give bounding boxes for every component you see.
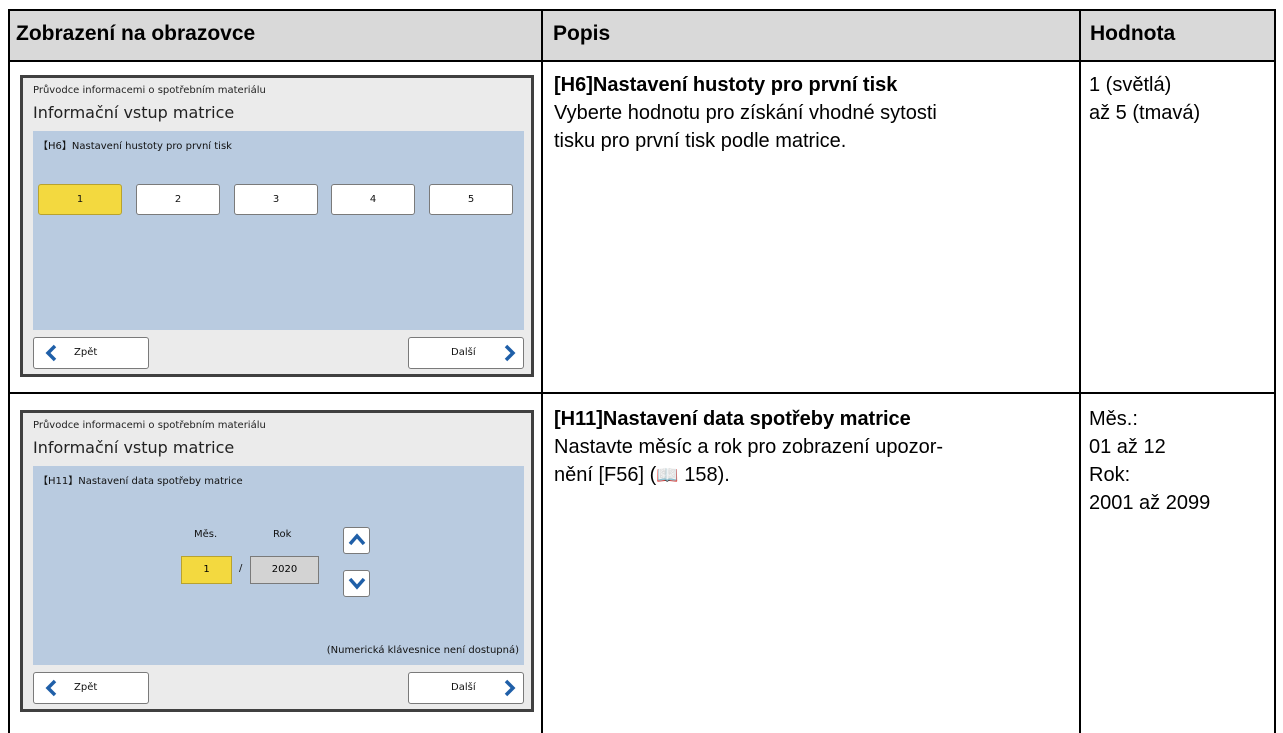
value-line: 01 až 12	[1089, 436, 1166, 458]
chevron-down-icon	[348, 577, 366, 590]
table-border-col1	[541, 9, 543, 733]
screen-subtitle: Průvodce informacemi o spotřebním materi…	[33, 420, 266, 431]
description-h11: [H11]Nastavení data spotřeby matrice Nas…	[554, 405, 943, 490]
description-line: tisku pro první tisk podle matrice.	[554, 130, 847, 152]
value-line: 1 (světlá)	[1089, 74, 1172, 96]
header-description: Popis	[553, 22, 611, 45]
screen-title: Informační vstup matrice	[33, 103, 235, 122]
value-line: Rok:	[1089, 464, 1131, 486]
value-h11: Měs.: 01 až 12 Rok: 2001 až 2099	[1089, 405, 1210, 517]
table-border-left	[8, 9, 10, 733]
description-heading: [H6]Nastavení hustoty pro první tisk	[554, 74, 898, 96]
year-field[interactable]: 2020	[250, 556, 319, 584]
value-h6: 1 (světlá) až 5 (tmavá)	[1089, 71, 1200, 127]
back-label: Zpět	[74, 347, 98, 358]
level-4-button[interactable]: 4	[331, 184, 415, 215]
description-line: nění [F56] (📖 158).	[554, 461, 943, 490]
table-border-top	[8, 9, 1276, 11]
table-border-header	[8, 60, 1276, 62]
increment-button[interactable]	[343, 527, 370, 554]
panel-label: 【H6】Nastavení hustoty pro první tisk	[38, 141, 232, 152]
chevron-left-icon	[45, 344, 57, 362]
page-reference[interactable]: 158).	[679, 464, 730, 486]
chevron-up-icon	[348, 533, 366, 546]
table-border-row	[8, 392, 1276, 394]
level-3-button[interactable]: 3	[234, 184, 318, 215]
value-line: až 5 (tmavá)	[1089, 102, 1201, 124]
table-border-right	[1274, 9, 1276, 733]
description-heading: [H11]Nastavení data spotřeby matrice	[554, 408, 911, 430]
level-1-button[interactable]: 1	[38, 184, 122, 215]
value-line: Měs.:	[1089, 408, 1138, 430]
next-label: Další	[451, 682, 476, 693]
back-button[interactable]: Zpět	[33, 337, 149, 369]
description-line: Vyberte hodnotu pro získání vhodné sytos…	[554, 102, 937, 124]
panel-label: 【H11】Nastavení data spotřeby matrice	[38, 476, 243, 487]
header-screen: Zobrazení na obrazovce	[16, 22, 256, 45]
header-value: Hodnota	[1090, 22, 1176, 45]
description-h6: [H6]Nastavení hustoty pro první tisk Vyb…	[554, 71, 937, 155]
screen-title: Informační vstup matrice	[33, 438, 235, 457]
description-line: Nastavte měsíc a rok pro zobrazení upozo…	[554, 436, 944, 458]
month-field[interactable]: 1	[181, 556, 232, 584]
device-screen-h6: Průvodce informacemi o spotřebním materi…	[20, 75, 534, 377]
description-text: nění [F56] (	[554, 464, 657, 486]
spec-table: Zobrazení na obrazovce Popis Hodnota Prů…	[8, 9, 1276, 733]
book-icon: 📖	[656, 465, 679, 486]
keypad-note: (Numerická klávesnice není dostupná)	[326, 645, 519, 656]
level-2-button[interactable]: 2	[136, 184, 220, 215]
next-button[interactable]: Další	[408, 337, 524, 369]
next-label: Další	[451, 347, 476, 358]
setting-panel: 【H11】Nastavení data spotřeby matrice Měs…	[33, 466, 524, 665]
screen-subtitle: Průvodce informacemi o spotřebním materi…	[33, 85, 266, 96]
back-button[interactable]: Zpět	[33, 672, 149, 704]
year-label: Rok	[273, 529, 292, 540]
chevron-left-icon	[45, 679, 57, 697]
table-border-col2	[1079, 9, 1081, 733]
device-screen-h11: Průvodce informacemi o spotřebním materi…	[20, 410, 534, 712]
table-header: Zobrazení na obrazovce Popis Hodnota	[8, 9, 1276, 61]
back-label: Zpět	[74, 682, 98, 693]
month-label: Měs.	[194, 529, 218, 540]
value-line: 2001 až 2099	[1089, 492, 1211, 514]
chevron-right-icon	[504, 344, 516, 362]
chevron-right-icon	[504, 679, 516, 697]
date-separator: /	[239, 563, 243, 574]
next-button[interactable]: Další	[408, 672, 524, 704]
level-5-button[interactable]: 5	[429, 184, 513, 215]
setting-panel: 【H6】Nastavení hustoty pro první tisk 1 2…	[33, 131, 524, 330]
decrement-button[interactable]	[343, 570, 370, 597]
